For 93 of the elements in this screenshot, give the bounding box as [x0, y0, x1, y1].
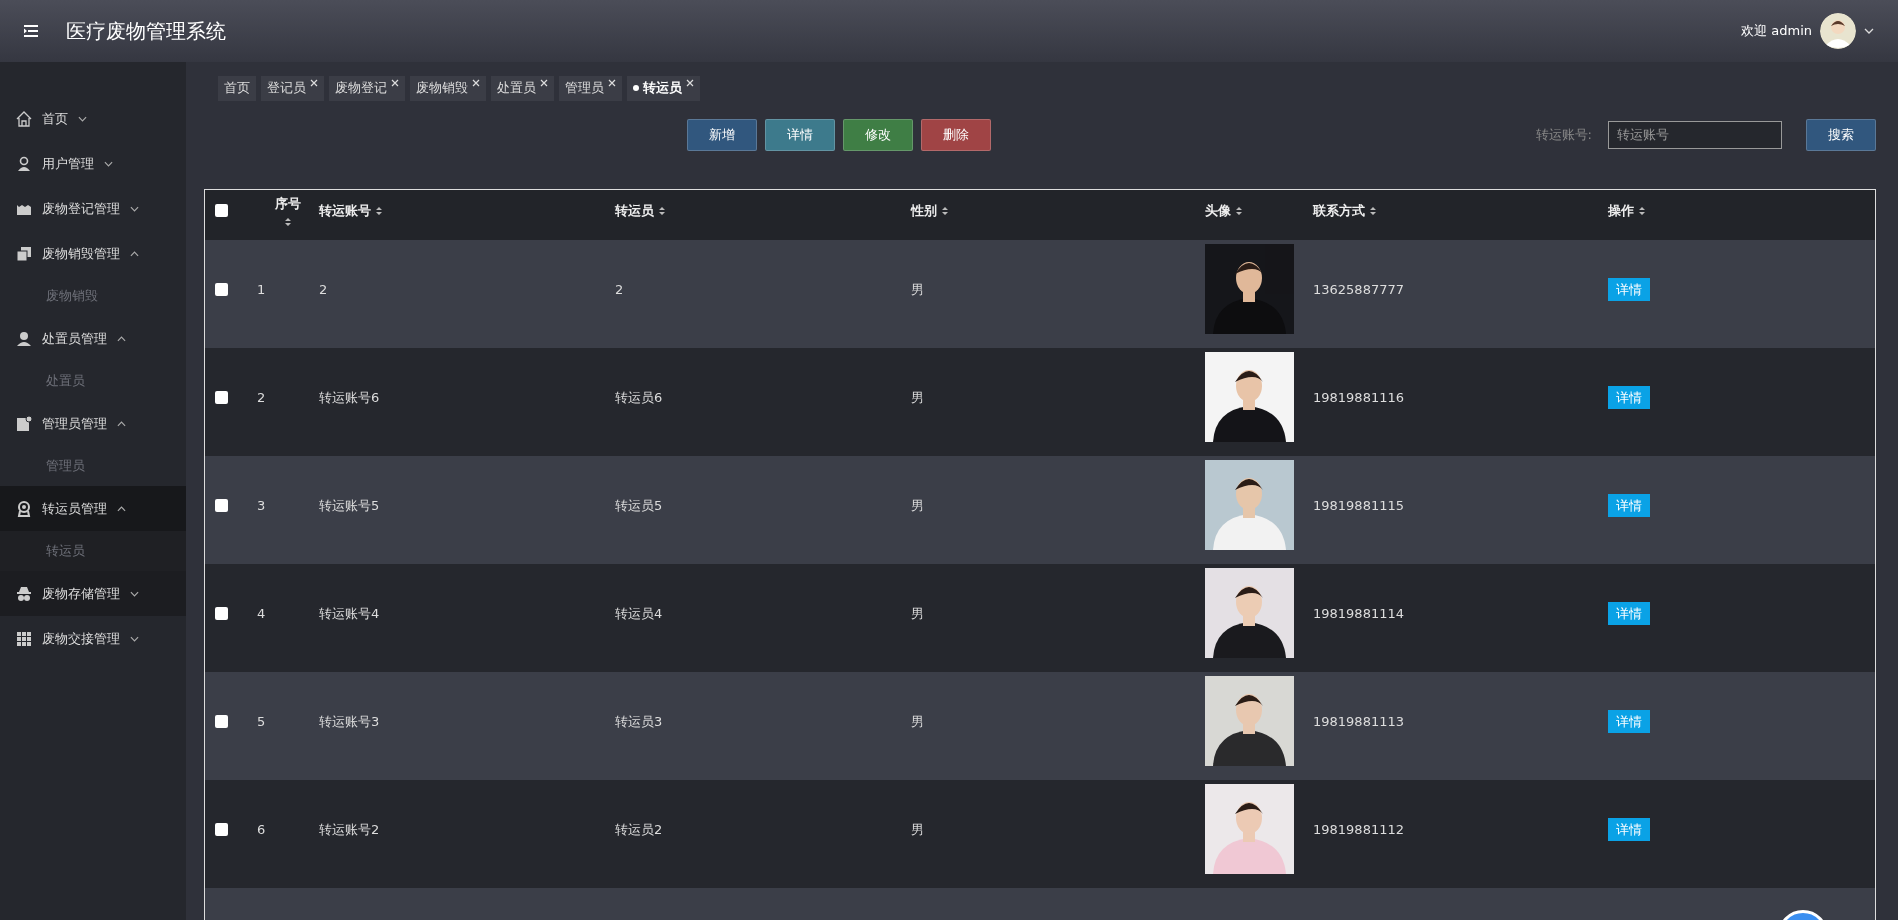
- table-cell-text: 转运员2: [615, 820, 664, 839]
- table-cell-text: 19819881113: [1313, 712, 1405, 731]
- close-icon[interactable]: [310, 79, 318, 87]
- sort-icon[interactable]: [1638, 205, 1646, 216]
- tab[interactable]: 首页: [218, 76, 256, 101]
- table-cell-text: 男: [911, 604, 925, 623]
- tab[interactable]: 废物登记: [329, 76, 405, 101]
- table-cell-text: 2: [615, 280, 625, 299]
- close-icon[interactable]: [608, 79, 616, 87]
- table-cell-text: 5: [257, 712, 267, 731]
- search-field[interactable]: 转运账号: [1608, 120, 1782, 149]
- sidebar-item[interactable]: 首页: [0, 96, 186, 141]
- tab[interactable]: 处置员: [491, 76, 554, 101]
- edit-button[interactable]: 修改: [843, 118, 913, 151]
- checkbox[interactable]: [215, 498, 228, 512]
- tab[interactable]: 转运员: [627, 76, 700, 101]
- table-cell-text: 转运账号5: [319, 496, 381, 515]
- tab[interactable]: 管理员: [559, 76, 622, 101]
- grid-icon: [16, 630, 32, 647]
- table-cell-text: 转运员4: [615, 604, 664, 623]
- column-header[interactable]: 转运员: [615, 200, 654, 221]
- detail-button[interactable]: 详情: [765, 118, 835, 151]
- sidebar-item[interactable]: 废物销毁管理: [0, 231, 186, 276]
- sort-icon[interactable]: [284, 217, 292, 228]
- app-title: 医疗废物管理系统: [66, 18, 226, 45]
- sidebar-item[interactable]: 用户管理: [0, 141, 186, 186]
- chevron-down-icon[interactable]: [1864, 28, 1874, 34]
- table-cell-text: 2: [257, 388, 267, 407]
- sidebar-item[interactable]: 处置员管理: [0, 316, 186, 361]
- sidebar-item[interactable]: 管理员管理: [0, 401, 186, 446]
- checkbox[interactable]: [215, 822, 228, 836]
- tab[interactable]: 登记员: [261, 76, 324, 101]
- welcome-text: 欢迎 admin: [1741, 22, 1812, 41]
- column-header[interactable]: 性别: [911, 200, 937, 221]
- table-cell-text: 男: [911, 388, 925, 407]
- checkbox[interactable]: [215, 714, 228, 728]
- search-label: 转运账号:: [1535, 126, 1592, 144]
- table-cell-text: 转运账号3: [319, 712, 381, 731]
- sidebar-item[interactable]: 转运员管理: [0, 486, 186, 531]
- table-cell-text: 转运员3: [615, 712, 664, 731]
- copy-icon: [16, 245, 32, 262]
- table-cell-text: 2: [319, 280, 329, 299]
- sidebar-item[interactable]: 废物交接管理: [0, 616, 186, 661]
- avatar-icon[interactable]: [1820, 13, 1856, 49]
- sort-icon[interactable]: [1369, 205, 1377, 216]
- column-header[interactable]: 头像: [1205, 200, 1231, 221]
- sort-icon[interactable]: [375, 205, 383, 216]
- delete-button[interactable]: 删除: [921, 118, 991, 151]
- spy-icon: [16, 585, 32, 602]
- checkbox[interactable]: [215, 282, 228, 296]
- column-header[interactable]: 操作: [1608, 200, 1634, 221]
- table-cell-text: 转运员5: [615, 496, 664, 515]
- add-button[interactable]: 新增: [687, 118, 757, 151]
- table-cell-text: 男: [911, 712, 925, 731]
- table-cell-text: 转运账号6: [319, 388, 381, 407]
- close-icon[interactable]: [391, 79, 399, 87]
- table-cell-text: 转运账号2: [319, 820, 381, 839]
- checkbox[interactable]: [215, 204, 228, 218]
- table-cell-text: 转运账号4: [319, 604, 381, 623]
- table-cell-text: 转运员6: [615, 388, 664, 407]
- table-cell-text: 男: [911, 820, 925, 839]
- table-cell-text: 3: [257, 496, 267, 515]
- checkbox[interactable]: [215, 390, 228, 404]
- home-icon: [16, 110, 32, 127]
- column-header[interactable]: 序号: [275, 193, 301, 214]
- sidebar-item[interactable]: 废物存储管理: [0, 571, 186, 616]
- close-icon[interactable]: [472, 79, 480, 87]
- sort-icon[interactable]: [941, 205, 949, 216]
- person-icon: [16, 330, 32, 347]
- table-cell-text: 13625887777: [1313, 280, 1405, 299]
- table-cell-text: 6: [257, 820, 267, 839]
- sort-icon[interactable]: [658, 205, 666, 216]
- menu-icon[interactable]: [24, 25, 38, 37]
- table-cell-text: 1: [257, 280, 267, 299]
- sort-icon[interactable]: [1235, 205, 1243, 216]
- table-cell-text: 19819881115: [1313, 496, 1405, 515]
- active-dot-icon: [633, 85, 639, 92]
- tab[interactable]: 废物销毁: [410, 76, 486, 101]
- column-header[interactable]: 转运账号: [319, 200, 371, 221]
- user-icon: [16, 155, 32, 172]
- table-cell-text: 男: [911, 496, 925, 515]
- close-icon[interactable]: [540, 79, 548, 87]
- checkbox[interactable]: [215, 606, 228, 620]
- close-icon[interactable]: [686, 79, 694, 87]
- table-cell-text: 男: [911, 280, 925, 299]
- table-cell-text: 19819881112: [1313, 820, 1405, 839]
- sidebar-item[interactable]: 废物登记管理: [0, 186, 186, 231]
- column-header[interactable]: 联系方式: [1313, 200, 1365, 221]
- table-cell-text: 19819881116: [1313, 388, 1405, 407]
- table-cell-text: 19819881114: [1313, 604, 1405, 623]
- note-icon: [16, 415, 32, 432]
- table-cell-text: 4: [257, 604, 267, 623]
- search-button[interactable]: 搜索: [1806, 118, 1876, 151]
